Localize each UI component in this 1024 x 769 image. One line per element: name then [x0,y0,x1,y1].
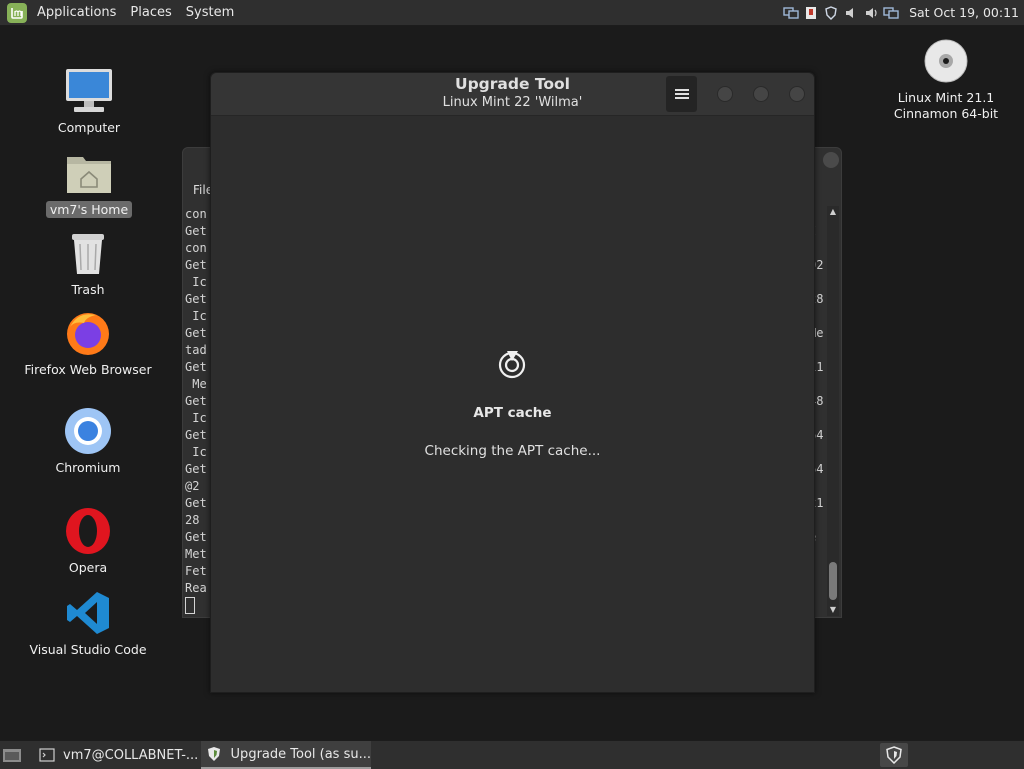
speaker-icon[interactable] [863,6,879,20]
scroll-down-icon[interactable]: ▼ [827,604,839,616]
update-manager-icon[interactable] [803,6,819,20]
home-folder-icon [63,147,115,199]
taskbar-item-label: Upgrade Tool (as su... [230,746,371,762]
disc-label-line1: Linux Mint 21.1 [897,90,995,105]
firefox-icon [62,307,114,359]
terminal-icon [39,748,55,762]
desktop-icon-home[interactable]: vm7's Home [19,147,159,218]
upgrade-tool-window: Upgrade Tool Linux Mint 22 'Wilma' APT c… [210,72,815,693]
network-icon[interactable] [783,6,799,20]
computer-icon [63,65,115,117]
desktop-icon-opera[interactable]: Opera [18,505,158,576]
trash-icon [62,227,114,279]
clock[interactable]: Sat Oct 19, 00:11 [909,5,1019,20]
desktop-icon-trash[interactable]: Trash [18,227,158,298]
menu-system[interactable]: System [182,5,238,20]
opera-icon [62,505,114,557]
desktop-icon-label: Trash [71,282,105,297]
taskbar-item-label: vm7@COLLABNET-... [63,747,199,763]
tray-shield-button[interactable] [880,743,908,767]
desktop-icon-label: Computer [57,120,121,135]
network-connection-icon[interactable] [883,6,899,20]
scrollbar-thumb[interactable] [829,562,837,600]
shield-tray-icon [886,746,902,764]
status-text: Checking the APT cache... [424,443,601,459]
hamburger-menu-button[interactable] [666,76,697,112]
maximize-button[interactable] [753,86,769,102]
desktop-icon-label: Firefox Web Browser [24,362,152,377]
mint-menu-icon[interactable] [7,2,27,23]
disc-icon [920,35,972,87]
close-button[interactable] [789,86,805,102]
vscode-icon [62,587,114,639]
terminal-close-button[interactable] [823,152,839,168]
hamburger-icon [674,89,689,99]
desktop-icon-firefox[interactable]: Firefox Web Browser [18,307,158,378]
volume-icon[interactable] [843,6,859,20]
window-header: Upgrade Tool Linux Mint 22 'Wilma' [211,73,814,116]
status-title: APT cache [473,405,552,421]
desktop-icon-computer[interactable]: Computer [19,65,159,136]
bottom-panel: vm7@COLLABNET-... Upgrade Tool (as su... [0,740,1024,769]
minimize-button[interactable] [717,86,733,102]
shield-tray-icon[interactable] [823,5,839,20]
desktop-icon-label: Chromium [55,460,121,475]
system-tray: Sat Oct 19, 00:11 [783,0,1024,25]
taskbar-item-terminal[interactable]: vm7@COLLABNET-... [33,741,199,769]
chromium-icon [62,405,114,457]
desktop-icon-label: vm7's Home [45,201,133,218]
show-desktop-icon[interactable] [2,746,22,764]
desktop-icon-label: Visual Studio Code [29,642,147,657]
desktop-icon-chromium[interactable]: Chromium [18,405,158,476]
menu-applications[interactable]: Applications [33,5,120,20]
shield-icon [208,747,220,761]
disc-label-line2: Cinnamon 64-bit [893,106,999,121]
window-content: APT cache Checking the APT cache... [211,116,814,692]
menu-places[interactable]: Places [126,5,175,20]
taskbar-item-upgrade-tool[interactable]: Upgrade Tool (as su... [201,741,371,769]
refresh-spinner-icon [498,351,526,379]
terminal-scrollbar[interactable]: ▲ ▼ [827,206,839,616]
desktop-icon-mint-disc[interactable]: Linux Mint 21.1 Cinnamon 64-bit [876,35,1016,123]
desktop-icon-label: Opera [68,560,108,575]
desktop-icon-vscode[interactable]: Visual Studio Code [18,587,158,658]
scroll-up-icon[interactable]: ▲ [827,206,839,218]
top-panel: Applications Places System Sat Oct 19, 0… [0,0,1024,26]
